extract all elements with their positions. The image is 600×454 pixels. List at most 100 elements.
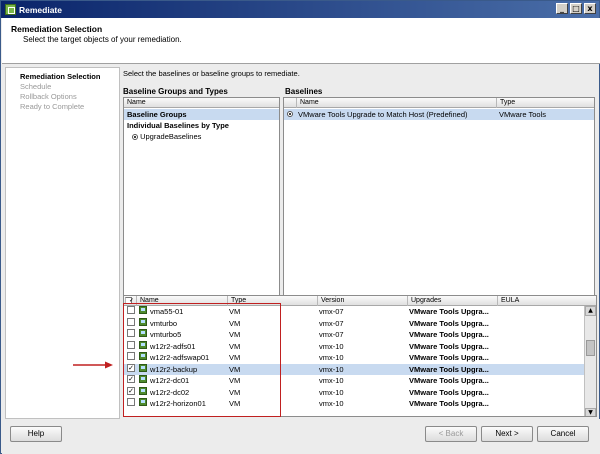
vm-row[interactable]: ✓ w12r2-dc01 VM vmx-10 VMware Tools Upgr…	[124, 375, 586, 387]
minimize-button[interactable]: _	[556, 3, 568, 14]
vm-type: VM	[229, 341, 241, 351]
vm-upgrades: VMware Tools Upgra...	[409, 330, 489, 339]
title-bar[interactable]: Remediate _ □ x	[1, 1, 599, 18]
select-all-checkbox[interactable]: ✓	[124, 296, 134, 306]
vm-upgrades: VMware Tools Upgra...	[409, 387, 489, 397]
upgrade-baselines-radio[interactable]	[132, 134, 138, 141]
remediate-dialog: Remediate _ □ x Remediation Selection Se…	[0, 0, 600, 454]
vm-type: VM	[229, 318, 241, 328]
next-button[interactable]: Next >	[481, 426, 533, 442]
maximize-button[interactable]: □	[570, 3, 582, 14]
upgrade-baselines-label: UpgradeBaselines	[140, 132, 202, 141]
vm-icon	[139, 386, 147, 395]
vm-row[interactable]: vmturbo VM vmx-07 VMware Tools Upgra...	[124, 317, 586, 330]
vm-row[interactable]: w12r2-adfs01 VM vmx-10 VMware Tools Upgr…	[124, 340, 586, 353]
baseline-type-column[interactable]: Type	[496, 98, 515, 108]
vm-name: vmturbo	[150, 318, 178, 328]
vm-icon	[139, 352, 147, 360]
vm-table-header: ✓ Name Type Version Upgrades EULA	[124, 296, 596, 306]
baseline-radio[interactable]	[287, 111, 293, 117]
help-button[interactable]: Help	[10, 426, 62, 442]
vm-version: vmx-07	[319, 330, 344, 339]
baseline-groups-row[interactable]: Baseline Groups	[124, 109, 279, 120]
vm-row[interactable]: ✓ w12r2-dc02 VM vmx-10 VMware Tools Upgr…	[124, 386, 586, 399]
wizard-header: Remediation Selection Select the target …	[2, 18, 600, 64]
baseline-name: VMware Tools Upgrade to Match Host (Pred…	[298, 110, 468, 119]
vm-checkbox-checked[interactable]: ✓	[127, 363, 135, 372]
individual-baselines-label: Individual Baselines by Type	[127, 121, 229, 130]
baseline-row[interactable]: VMware Tools Upgrade to Match Host (Pred…	[284, 109, 594, 120]
vm-checkbox-checked[interactable]: ✓	[127, 375, 135, 383]
vm-version: vmx-10	[319, 341, 344, 351]
select-all-check-icon[interactable]: ✓	[125, 297, 134, 304]
vm-icon	[139, 306, 147, 314]
vm-version-column[interactable]: Version	[317, 296, 407, 306]
vm-table: ✓ Name Type Version Upgrades EULA vma55-…	[123, 295, 597, 417]
baselines-column-header: Name Type	[284, 98, 594, 108]
vm-upgrades: VMware Tools Upgra...	[409, 364, 489, 374]
instruction-text: Select the baselines or baseline groups …	[123, 69, 300, 78]
main-panel: Select the baselines or baseline groups …	[121, 67, 597, 419]
page-subtitle: Select the target objects of your remedi…	[23, 35, 182, 44]
vm-checkbox[interactable]	[127, 329, 135, 337]
vm-checkbox[interactable]	[127, 306, 135, 314]
vm-row[interactable]: w12r2-adfswap01 VM vmx-10 VMware Tools U…	[124, 352, 586, 364]
vm-upgrades: VMware Tools Upgra...	[409, 353, 489, 362]
step-ready-to-complete: Ready to Complete	[20, 102, 85, 111]
name-column-header[interactable]: Name	[124, 98, 146, 108]
vm-row-selected[interactable]: ✓ w12r2-backup VM vmx-10 VMware Tools Up…	[124, 363, 586, 375]
vm-upgrades: VMware Tools Upgra...	[409, 307, 489, 316]
close-button[interactable]: x	[584, 3, 596, 14]
vm-type: VM	[229, 353, 241, 362]
vm-type: VM	[229, 399, 241, 408]
vm-version: vmx-10	[319, 387, 344, 397]
vm-eula-column[interactable]: EULA	[497, 296, 586, 306]
step-remediation-selection[interactable]: Remediation Selection	[20, 72, 100, 81]
baselines-title: Baselines	[285, 87, 323, 96]
vm-icon	[139, 363, 147, 372]
vm-type-column[interactable]: Type	[227, 296, 317, 306]
vm-version: vmx-07	[319, 307, 344, 316]
baseline-name-column[interactable]: Name	[296, 98, 496, 108]
vm-name: vmturbo5	[150, 330, 182, 339]
vm-version: vmx-10	[319, 353, 344, 362]
vm-checkbox[interactable]	[127, 398, 135, 406]
vm-name: w12r2-dc02	[150, 387, 190, 397]
vm-name: vma55-01	[150, 307, 184, 316]
upgrade-baselines-option[interactable]: UpgradeBaselines	[132, 132, 201, 141]
step-rollback-options: Rollback Options	[20, 92, 77, 101]
vm-name-column[interactable]: Name	[136, 296, 227, 306]
vm-version: vmx-10	[319, 399, 344, 408]
vm-icon	[139, 329, 147, 337]
vm-upgrades: VMware Tools Upgra...	[409, 341, 489, 351]
vm-table-scrollbar[interactable]: ▲ ▼	[584, 306, 596, 416]
scroll-thumb[interactable]	[586, 340, 595, 356]
vm-type: VM	[229, 376, 241, 385]
vm-row[interactable]: vmturbo5 VM vmx-07 VMware Tools Upgra...	[124, 329, 586, 341]
vm-version: vmx-10	[319, 376, 344, 385]
vm-upgrades-column[interactable]: Upgrades	[407, 296, 497, 306]
vm-type: VM	[229, 330, 241, 339]
vm-checkbox[interactable]	[127, 317, 135, 326]
page-title: Remediation Selection	[11, 24, 103, 34]
baseline-type: VMware Tools	[499, 110, 546, 119]
window-title: Remediate	[19, 4, 62, 15]
vm-icon	[139, 340, 147, 349]
vm-upgrades: VMware Tools Upgra...	[409, 376, 489, 385]
vm-name: w12r2-adfswap01	[150, 353, 210, 362]
vm-checkbox[interactable]	[127, 340, 135, 349]
vm-type: VM	[229, 387, 241, 397]
vm-checkbox[interactable]	[127, 352, 135, 360]
back-button[interactable]: < Back	[425, 426, 477, 442]
step-schedule: Schedule	[20, 82, 52, 91]
cancel-button[interactable]: Cancel	[537, 426, 589, 442]
scroll-down-icon[interactable]: ▼	[585, 408, 596, 416]
red-arrow-icon	[73, 361, 113, 369]
vm-row[interactable]: w12r2-horizon01 VM vmx-10 VMware Tools U…	[124, 398, 586, 410]
vm-name: w12r2-horizon01	[150, 399, 206, 408]
vm-upgrades: VMware Tools Upgra...	[409, 318, 489, 328]
scroll-up-icon[interactable]: ▲	[585, 306, 596, 316]
vm-row[interactable]: vma55-01 VM vmx-07 VMware Tools Upgra...	[124, 306, 586, 318]
vm-icon	[139, 317, 147, 326]
vm-checkbox-checked[interactable]: ✓	[127, 386, 135, 395]
